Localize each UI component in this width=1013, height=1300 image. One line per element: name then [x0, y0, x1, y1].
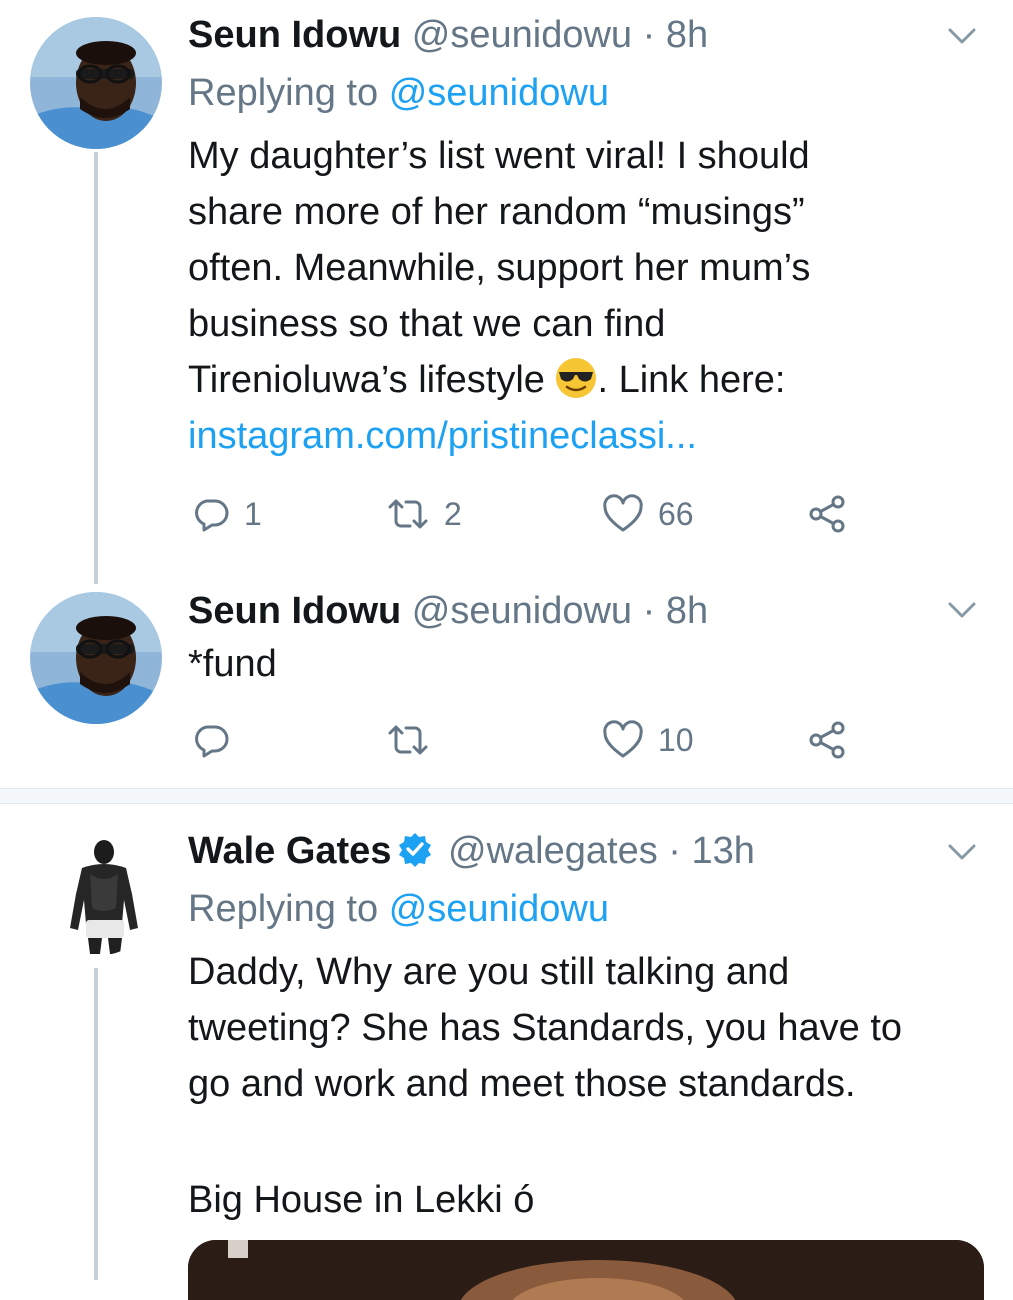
tweet-media[interactable] — [188, 1240, 984, 1300]
like-count: 10 — [658, 721, 694, 758]
share-button[interactable] — [806, 490, 848, 538]
tweet-header: Wale Gates @walegates · 13h — [188, 828, 755, 874]
tweet-actions: 1 2 66 — [188, 490, 868, 538]
separator: · — [668, 830, 681, 872]
tweet-text: *fund — [188, 636, 998, 692]
retweet-count: 2 — [444, 495, 462, 532]
timestamp[interactable]: 8h — [666, 14, 708, 56]
reply-count: 1 — [244, 495, 262, 532]
sunglasses-emoji-icon — [556, 358, 597, 398]
reply-icon — [195, 725, 229, 758]
heart-icon — [603, 494, 643, 532]
thread-line — [94, 152, 98, 584]
avatar-seun-idowu[interactable] — [30, 592, 162, 724]
like-count: 66 — [658, 495, 694, 532]
chevron-down-icon[interactable] — [944, 24, 980, 48]
text-line: My daughter’s list went viral! I should — [188, 135, 810, 177]
retweet-icon — [388, 499, 428, 529]
text-fragment: . Link here: — [597, 359, 786, 401]
timestamp[interactable]: 13h — [691, 830, 754, 872]
text-line: Daddy, Why are you still talking and — [188, 951, 790, 993]
text-line: Big House in Lekki ó — [188, 1179, 535, 1221]
tweet-link[interactable]: instagram.com/pristineclassi... — [188, 408, 998, 464]
tweet-actions: 10 — [188, 716, 868, 764]
separator: · — [642, 14, 656, 56]
conversation-separator — [0, 789, 1013, 803]
avatar-wale-gates[interactable] — [30, 824, 162, 956]
text-fragment: Tirenioluwa’s lifestyle — [188, 359, 545, 401]
text-line: share more of her random “musings” — [188, 191, 805, 233]
verified-badge-icon — [399, 833, 432, 867]
share-icon — [809, 495, 845, 533]
profile-photo — [30, 17, 162, 149]
replying-to: Replying to @seunidowu — [188, 70, 609, 116]
avatar-seun-idowu[interactable] — [30, 17, 162, 149]
thread-line — [94, 968, 98, 1280]
tweet-3[interactable]: Wale Gates @walegates · 13h Replying to … — [0, 804, 1013, 1280]
text-line: *fund — [188, 643, 277, 685]
reply-icon — [195, 499, 229, 532]
retweet-button[interactable] — [386, 716, 430, 764]
text-line: often. Meanwhile, support her mum’s — [188, 247, 811, 289]
tweet-text: My daughter’s list went viral! I should … — [188, 128, 998, 464]
replying-label: Replying to — [188, 72, 379, 114]
text-line: go and work and meet those standards. — [188, 1063, 856, 1105]
replying-mention[interactable]: @seunidowu — [389, 888, 609, 930]
text-line: tweeting? She has Standards, you have to — [188, 1007, 903, 1049]
retweet-button[interactable]: 2 — [386, 490, 462, 538]
text-line-with-emoji: Tirenioluwa’s lifestyle . Link here: — [188, 352, 998, 408]
profile-photo — [30, 824, 162, 956]
retweet-icon — [388, 725, 428, 755]
author-handle[interactable]: @seunidowu — [412, 590, 632, 632]
media-image — [188, 1240, 984, 1300]
like-button[interactable]: 66 — [602, 490, 694, 538]
author-name[interactable]: Seun Idowu — [188, 590, 401, 632]
profile-photo — [30, 592, 162, 724]
text-line: business so that we can find — [188, 303, 666, 345]
share-button[interactable] — [806, 716, 848, 764]
share-icon — [809, 721, 845, 759]
reply-button[interactable] — [192, 716, 230, 764]
replying-to: Replying to @seunidowu — [188, 886, 609, 932]
reply-button[interactable]: 1 — [192, 490, 262, 538]
tweet-text-paragraph-2: Big House in Lekki ó — [188, 1172, 998, 1228]
like-button[interactable]: 10 — [602, 716, 694, 764]
tweet-1[interactable]: Seun Idowu @seunidowu · 8h Replying to @… — [0, 0, 1013, 584]
replying-label: Replying to — [188, 888, 379, 930]
author-handle[interactable]: @seunidowu — [412, 14, 632, 56]
heart-icon — [603, 720, 643, 758]
tweet-header: Seun Idowu @seunidowu · 8h — [188, 588, 708, 634]
replying-mention[interactable]: @seunidowu — [389, 72, 609, 114]
chevron-down-icon[interactable] — [944, 840, 980, 864]
tweet-header: Seun Idowu @seunidowu · 8h — [188, 12, 708, 58]
author-handle[interactable]: @walegates — [448, 830, 658, 872]
chevron-down-icon[interactable] — [944, 598, 980, 622]
author-name[interactable]: Seun Idowu — [188, 14, 401, 56]
tweet-2[interactable]: Seun Idowu @seunidowu · 8h *fund 10 — [0, 580, 1013, 788]
separator: · — [642, 590, 656, 632]
timestamp[interactable]: 8h — [666, 590, 708, 632]
tweet-text: Daddy, Why are you still talking and twe… — [188, 944, 998, 1112]
author-name[interactable]: Wale Gates — [188, 830, 391, 872]
